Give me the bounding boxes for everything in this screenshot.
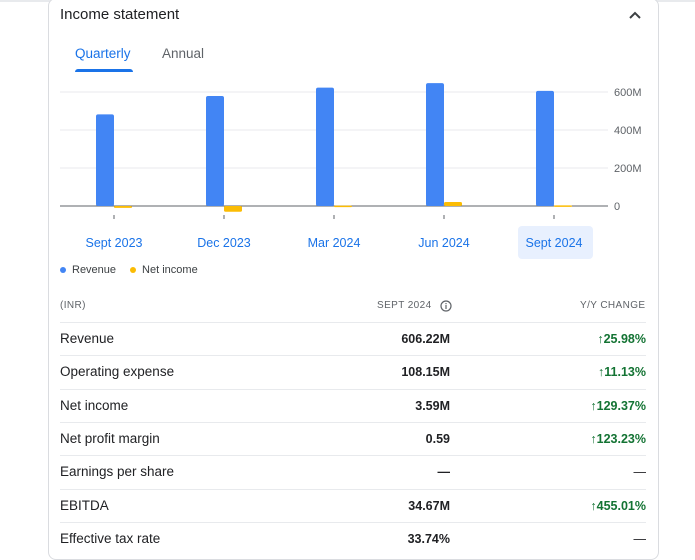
metric-change: ↑455.01% <box>590 499 646 513</box>
legend-label-net-income: Net income <box>142 264 198 276</box>
metric-change: — <box>634 465 647 479</box>
x-tick-label: Sept 2023 <box>86 236 143 250</box>
metric-name: EBITDA <box>60 497 109 513</box>
y-tick-label: 200M <box>614 163 642 175</box>
net-income-dot <box>130 267 137 273</box>
metric-change-value: — <box>633 531 647 546</box>
metric-change: ↑25.98% <box>597 332 646 346</box>
legend-item-revenue: Revenue <box>60 264 116 276</box>
metric-change-value: 129.37% <box>596 398 646 413</box>
chart-legend: Revenue Net income <box>60 264 212 276</box>
metric-change-value: — <box>633 465 647 480</box>
metric-value: 0.59 <box>425 431 450 446</box>
y-tick-label: 600M <box>614 87 642 99</box>
table-row: Revenue 606.22M ↑25.98% <box>60 322 646 356</box>
period-header: SEPT 2024 <box>377 300 432 311</box>
metric-value: 108.15M <box>401 365 450 380</box>
currency-header: (INR) <box>60 300 86 311</box>
metric-change-value: 11.13% <box>604 365 646 380</box>
net-income-bar <box>554 205 572 207</box>
net-income-bar <box>224 206 242 212</box>
net-income-bar <box>334 205 352 208</box>
metric-value: 34.67M <box>408 498 450 513</box>
x-tick-label: Dec 2023 <box>197 236 251 250</box>
metric-change: — <box>634 532 647 546</box>
metric-change-value: 25.98% <box>603 332 646 346</box>
x-tick-label: Mar 2024 <box>308 236 361 250</box>
metric-change: ↑11.13% <box>598 365 646 379</box>
table-row: Net income 3.59M ↑129.37% <box>60 388 646 423</box>
table-row: Operating expense 108.15M ↑11.13% <box>60 355 646 389</box>
metric-name: Earnings per share <box>60 464 175 480</box>
metric-change-value: 455.01% <box>596 498 646 513</box>
x-tick-label: Jun 2024 <box>418 236 469 250</box>
change-header: Y/Y CHANGE <box>580 300 646 311</box>
metric-value: 3.59M <box>415 398 450 413</box>
y-tick-label: 0 <box>614 201 620 213</box>
metric-name: Effective tax rate <box>60 530 161 546</box>
metric-name: Net income <box>60 397 129 413</box>
revenue-dot <box>60 267 66 273</box>
metric-name: Operating expense <box>60 364 175 380</box>
table-row: EBITDA 34.67M ↑455.01% <box>60 488 646 523</box>
x-tick-label: Sept 2024 <box>526 236 583 250</box>
net-income-bar <box>444 202 462 206</box>
metric-change: ↑123.23% <box>590 432 646 446</box>
income-chart: 600M 400M 200M 0 Sept 2023 Dec 2023 Mar 2024 Ju… <box>60 83 642 250</box>
revenue-bar <box>426 83 444 206</box>
metric-change: ↑129.37% <box>590 399 646 413</box>
metric-name: Net profit margin <box>60 430 160 446</box>
net-income-bar <box>114 206 132 208</box>
metric-value: — <box>437 465 451 480</box>
table-row: Effective tax rate 33.74% — <box>60 521 647 556</box>
revenue-bar <box>206 95 224 206</box>
metric-change-value: 123.23% <box>596 431 646 446</box>
legend-item-net-income: Net income <box>130 264 198 276</box>
metric-value: 33.74% <box>407 531 450 546</box>
table-row: Net profit margin 0.59 ↑123.23% <box>60 421 646 456</box>
table-row: Earnings per share — — <box>60 455 646 489</box>
legend-label-revenue: Revenue <box>72 264 117 276</box>
revenue-bar <box>316 87 334 206</box>
metric-value: 606.22M <box>401 332 450 346</box>
metric-name: Revenue <box>60 331 115 346</box>
y-tick-label: 400M <box>614 125 642 137</box>
revenue-bar <box>536 90 554 206</box>
info-icon[interactable] <box>440 300 452 312</box>
revenue-bar <box>96 114 114 206</box>
